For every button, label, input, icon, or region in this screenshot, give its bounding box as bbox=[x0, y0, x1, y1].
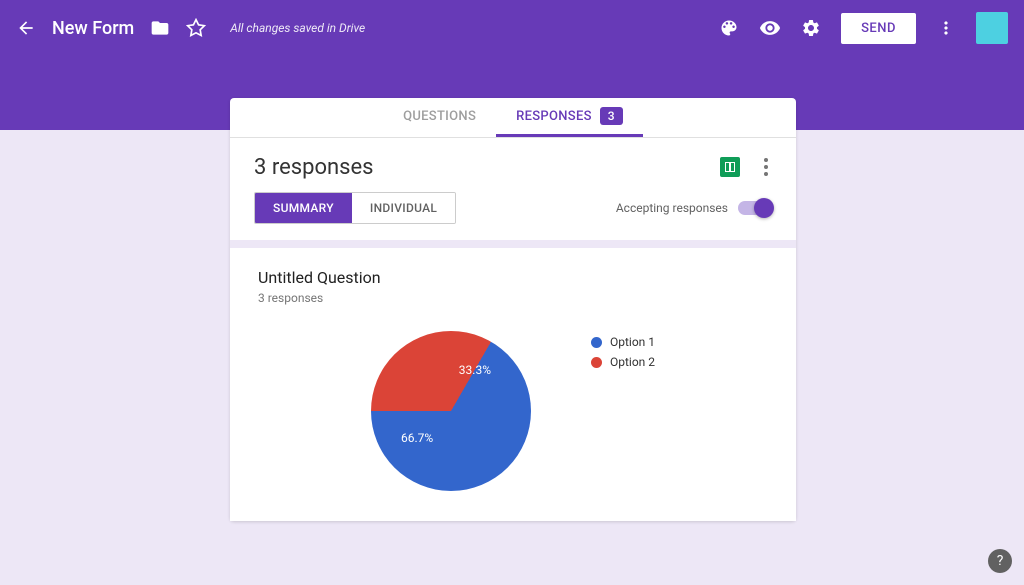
chart-area: 33.3% 66.7% Option 1 Option 2 bbox=[258, 325, 768, 491]
legend-label-2: Option 2 bbox=[610, 355, 655, 369]
card-header-actions bbox=[720, 154, 772, 180]
avatar[interactable] bbox=[976, 12, 1008, 44]
chart-legend: Option 1 Option 2 bbox=[591, 331, 655, 369]
legend-item-1: Option 1 bbox=[591, 335, 655, 349]
legend-label-1: Option 1 bbox=[610, 335, 655, 349]
view-toggle: SUMMARY INDIVIDUAL bbox=[254, 192, 456, 224]
view-toggle-row: SUMMARY INDIVIDUAL Accepting responses bbox=[230, 192, 796, 240]
send-button[interactable]: SEND bbox=[841, 13, 916, 44]
question-subtitle: 3 responses bbox=[258, 291, 768, 305]
card-header: 3 responses bbox=[230, 138, 796, 192]
legend-item-2: Option 2 bbox=[591, 355, 655, 369]
legend-dot-2 bbox=[591, 357, 602, 368]
palette-icon[interactable] bbox=[719, 18, 739, 38]
header-actions: SEND bbox=[719, 12, 1008, 44]
main-card: QUESTIONS RESPONSES 3 3 responses SUMMAR… bbox=[230, 98, 796, 521]
pie-graphic bbox=[371, 331, 531, 491]
form-title[interactable]: New Form bbox=[52, 18, 134, 39]
pie-chart: 33.3% 66.7% bbox=[371, 331, 531, 491]
view-individual-button[interactable]: INDIVIDUAL bbox=[352, 193, 455, 223]
question-title: Untitled Question bbox=[258, 268, 768, 287]
gear-icon[interactable] bbox=[801, 18, 821, 38]
sheets-icon[interactable] bbox=[720, 157, 740, 177]
back-arrow-icon[interactable] bbox=[16, 18, 36, 38]
tabs: QUESTIONS RESPONSES 3 bbox=[230, 98, 796, 138]
responses-count-badge: 3 bbox=[600, 107, 623, 125]
responses-title: 3 responses bbox=[254, 155, 374, 180]
legend-dot-1 bbox=[591, 337, 602, 348]
star-icon[interactable] bbox=[186, 18, 206, 38]
tab-questions[interactable]: QUESTIONS bbox=[383, 98, 496, 137]
card-more-icon[interactable] bbox=[760, 154, 772, 180]
folder-icon[interactable] bbox=[150, 18, 170, 38]
more-icon[interactable] bbox=[936, 18, 956, 38]
pie-slice-label-2: 33.3% bbox=[459, 363, 491, 377]
help-icon[interactable]: ? bbox=[988, 549, 1012, 573]
view-summary-button[interactable]: SUMMARY bbox=[255, 193, 352, 223]
tab-responses-label: RESPONSES bbox=[516, 109, 592, 124]
accepting-toggle[interactable] bbox=[738, 201, 772, 215]
pie-slice-label-1: 66.7% bbox=[401, 431, 433, 445]
header-toolbar: New Form All changes saved in Drive SEND bbox=[0, 0, 1024, 56]
eye-icon[interactable] bbox=[759, 17, 781, 39]
accepting-label: Accepting responses bbox=[616, 201, 728, 215]
accepting-row: Accepting responses bbox=[616, 201, 772, 215]
tab-responses[interactable]: RESPONSES 3 bbox=[496, 98, 643, 137]
question-card: Untitled Question 3 responses 33.3% 66.7… bbox=[230, 248, 796, 521]
save-status: All changes saved in Drive bbox=[230, 21, 365, 35]
